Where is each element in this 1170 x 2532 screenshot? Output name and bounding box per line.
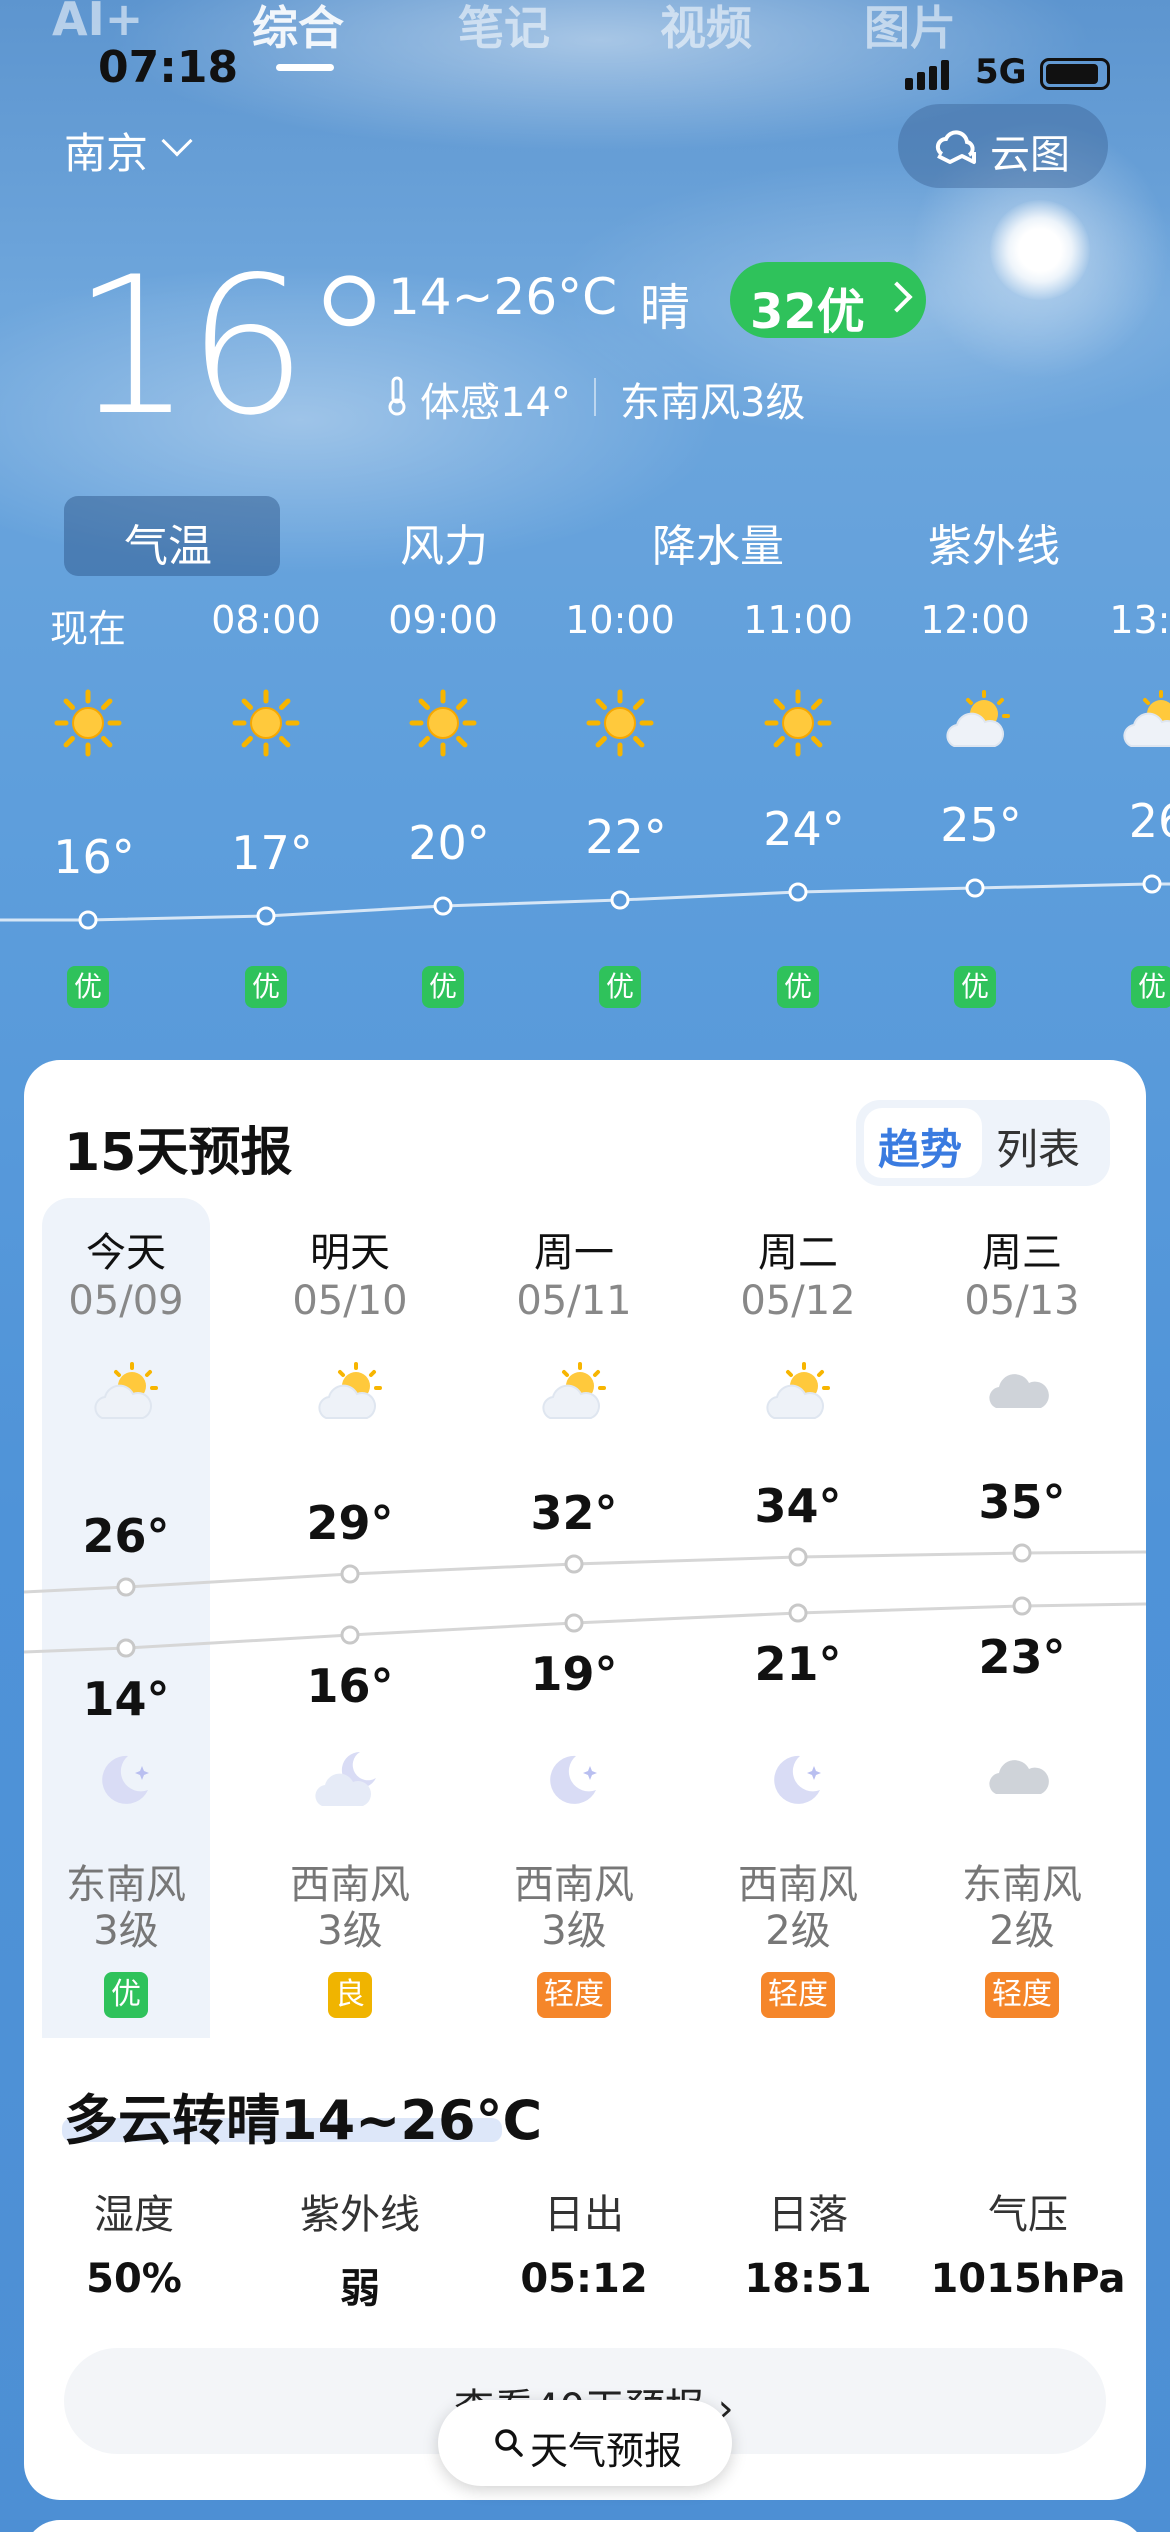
stat-value: 18:51 (744, 2256, 872, 2302)
hour-time: 08:00 (211, 598, 321, 642)
sun-icon (585, 688, 655, 758)
next-card-edge (24, 2520, 1146, 2532)
hourly-temp-line (0, 874, 1170, 930)
hour-aqi-badge: 优 (954, 966, 996, 1008)
forecast-card: 15天预报 趋势 列表 今天 05/09 26° 14° 东南风 3级优明天 05/10 … (24, 1060, 1146, 2500)
day-low-point (340, 1625, 360, 1645)
thermometer-icon (388, 376, 406, 416)
metric-tab-uv[interactable]: 紫外线 (928, 510, 1060, 574)
active-tab-indicator (276, 64, 334, 71)
stat-label: 日落 (768, 2192, 848, 2238)
hour-time: 13:0 (1109, 598, 1170, 642)
partly-cloudy-icon (940, 688, 1010, 758)
day-low-point (116, 1638, 136, 1658)
stat-label: 紫外线 (300, 2192, 420, 2238)
current-temperature: 16° (72, 236, 397, 457)
city-name[interactable]: 南京 (64, 120, 148, 181)
feels-like: 体感14° (420, 380, 571, 426)
weather-condition: 晴 (640, 279, 690, 337)
metric-tab-wind[interactable]: 风力 (400, 510, 488, 574)
hour-time: 11:00 (743, 598, 853, 642)
stat-label: 湿度 (94, 2192, 174, 2238)
tab-ai[interactable]: AI+ (52, 0, 143, 46)
battery-icon (1040, 58, 1110, 90)
hour-point (610, 890, 630, 910)
hour-aqi-badge: 优 (67, 966, 109, 1008)
hour-point (78, 910, 98, 930)
hour-aqi-badge: 优 (1131, 966, 1170, 1008)
hour-point (1142, 874, 1162, 894)
stat-label: 气压 (988, 2192, 1068, 2238)
day-high-point (788, 1547, 808, 1567)
stat-value: 1015hPa (930, 2256, 1126, 2302)
sun-icon (231, 688, 301, 758)
divider (594, 378, 596, 416)
hour-point (965, 878, 985, 898)
search-icon (495, 2429, 523, 2457)
aqi-badge[interactable]: 32优 (730, 262, 926, 340)
day-low-point (564, 1613, 584, 1633)
stat-label: 日出 (544, 2192, 624, 2238)
sun-icon (408, 688, 478, 758)
day-high-point (564, 1554, 584, 1574)
hour-point (256, 906, 276, 926)
hour-time: 现在 (49, 607, 126, 651)
tab-images[interactable]: 图片 (864, 0, 956, 58)
metric-tab-precipitation[interactable]: 降水量 (652, 510, 784, 574)
sun-icon (763, 688, 833, 758)
hour-point (788, 882, 808, 902)
cloud-map-icon (935, 130, 976, 164)
stat-value: 50% (86, 2256, 182, 2302)
cloud-map-label: 云图 (990, 132, 1070, 178)
sun-icon (53, 688, 123, 758)
daily-temp-lines (24, 1543, 1146, 1658)
tab-video[interactable]: 视频 (660, 0, 752, 58)
stat-value: 弱 (340, 2266, 380, 2312)
hour-point (433, 896, 453, 916)
current-wind: 东南风3级 (620, 380, 806, 426)
tab-overview[interactable]: 综合 (252, 0, 344, 58)
partly-cloudy-icon (1117, 688, 1170, 758)
weather-search-label: 天气预报 (530, 2429, 683, 2473)
day-low-point (1012, 1596, 1032, 1616)
temp-range: 14~26°C (388, 268, 618, 326)
hour-aqi-badge: 优 (422, 966, 464, 1008)
hour-aqi-badge: 优 (599, 966, 641, 1008)
hour-aqi-badge: 优 (777, 966, 819, 1008)
cloud-map-button[interactable]: 云图 (898, 104, 1108, 188)
hour-time: 12:00 (920, 598, 1030, 642)
day-high-point (340, 1564, 360, 1584)
network-type: 5G (975, 52, 1027, 92)
status-time: 07:18 (98, 42, 239, 93)
hour-time: 10:00 (565, 598, 675, 642)
day-low-point (788, 1603, 808, 1623)
weather-search-button[interactable]: 天气预报 (438, 2400, 732, 2486)
tab-notes[interactable]: 笔记 (458, 0, 550, 58)
stat-value: 05:12 (520, 2256, 648, 2302)
sun-decoration (990, 200, 1090, 300)
aqi-value: 32优 (750, 284, 865, 340)
day-high-point (116, 1577, 136, 1597)
hour-time: 09:00 (388, 598, 498, 642)
chevron-right-icon (881, 281, 913, 313)
day-summary: 多云转晴14~26°C (64, 2089, 543, 2152)
metric-tab-temperature[interactable]: 气温 (124, 510, 212, 574)
hour-aqi-badge: 优 (245, 966, 287, 1008)
day-high-point (1012, 1543, 1032, 1563)
